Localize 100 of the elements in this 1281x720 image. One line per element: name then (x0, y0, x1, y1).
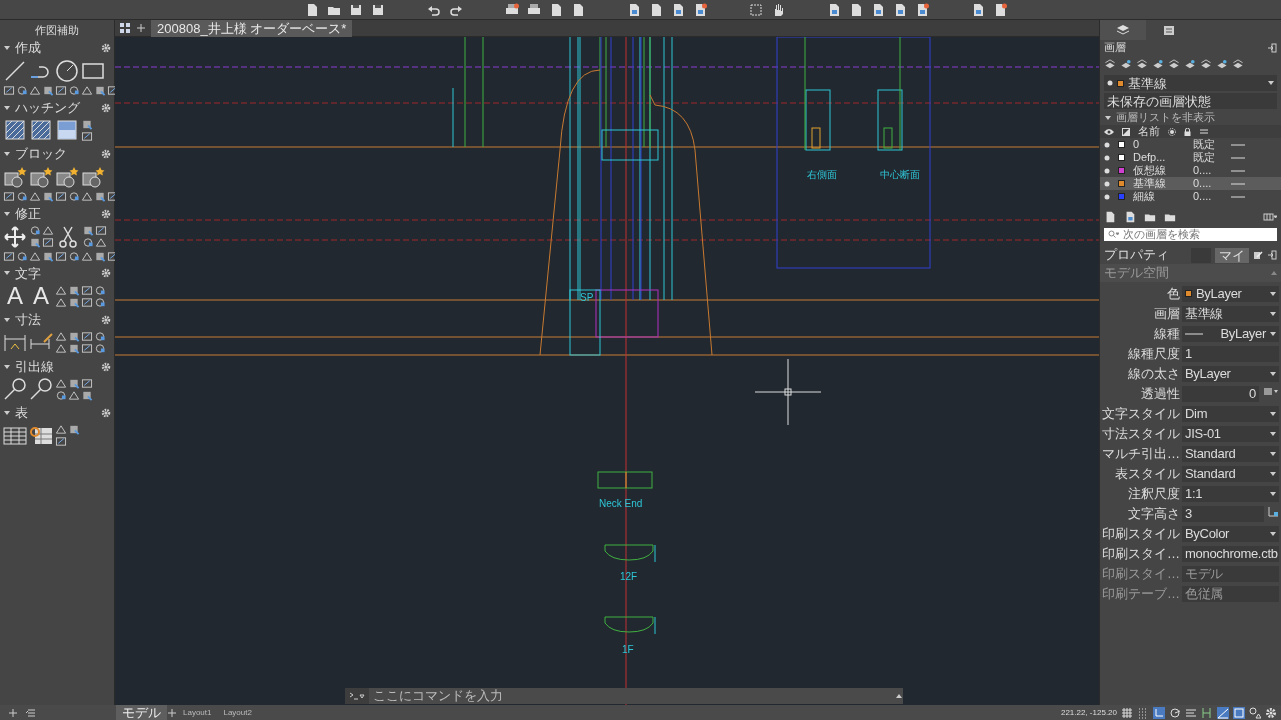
tool-icon[interactable] (68, 343, 80, 355)
tool-icon[interactable] (94, 250, 106, 262)
settings-icon[interactable] (101, 361, 111, 372)
document-icon[interactable] (827, 2, 841, 17)
tool-icon[interactable] (42, 84, 54, 96)
tool-icon[interactable] (81, 250, 93, 262)
tool-icon[interactable] (29, 84, 41, 96)
edit-icon[interactable] (1253, 250, 1263, 261)
input-field[interactable]: 3 (1182, 505, 1264, 522)
document-icon[interactable] (871, 2, 885, 17)
tool-icon[interactable] (94, 296, 106, 308)
layer-tool-icon[interactable] (1216, 59, 1228, 71)
tool-icon[interactable] (3, 190, 15, 202)
tool-icon[interactable] (55, 250, 67, 262)
tool-icon[interactable] (55, 296, 67, 308)
layer-row[interactable]: 仮想線 0.... (1100, 164, 1281, 178)
layer-state-dropdown[interactable]: 未保存の画層状態 (1104, 93, 1277, 110)
tool-icon[interactable] (81, 84, 93, 96)
dropdown-caret-icon[interactable] (1271, 269, 1277, 276)
tool-icon[interactable] (42, 190, 54, 202)
selection-icon[interactable] (749, 2, 763, 17)
section-title[interactable]: 寸法 (15, 312, 97, 328)
current-layer-dropdown[interactable]: 基準線 (1104, 75, 1277, 92)
layer-row[interactable]: 基準線 0.... (1100, 177, 1281, 191)
settings-icon[interactable] (101, 43, 111, 53)
leader-icon[interactable] (29, 377, 53, 402)
grid-icon[interactable] (1121, 706, 1133, 719)
plus-icon[interactable] (8, 707, 18, 718)
layer-tool-icon[interactable] (1152, 59, 1164, 71)
folder-icon[interactable] (1164, 211, 1176, 224)
section-title[interactable]: 引出線 (15, 358, 97, 375)
tool-icon[interactable] (81, 389, 93, 401)
input-field[interactable]: 1 (1182, 345, 1279, 362)
tool-icon[interactable] (82, 237, 94, 249)
tool-icon[interactable] (55, 377, 67, 389)
dropdown-field[interactable]: JIS-01 (1182, 425, 1279, 442)
text-tool-icon[interactable]: A (3, 284, 27, 309)
search-field[interactable]: 次の画層を検索 (1104, 228, 1277, 242)
tool-icon[interactable] (95, 225, 107, 237)
tool-icon[interactable] (68, 296, 80, 308)
section-title[interactable]: ブロック (15, 146, 97, 162)
layout-tab[interactable]: Layout1 (177, 705, 218, 720)
tool-icon[interactable] (68, 331, 80, 343)
tool-icon[interactable] (94, 343, 106, 355)
dropdown-field[interactable]: ByLayer (1182, 365, 1279, 382)
plus-icon[interactable] (167, 707, 177, 718)
command-prompt-button[interactable] (345, 688, 369, 704)
lineweight-icon[interactable] (1199, 127, 1209, 136)
circle-icon[interactable] (55, 58, 79, 83)
object-snap-icon[interactable] (1201, 706, 1213, 719)
layer-tool-icon[interactable] (1232, 59, 1244, 71)
grid-menu-icon[interactable] (119, 22, 131, 34)
section-title[interactable]: 作成 (15, 40, 97, 56)
folder-icon[interactable] (1144, 211, 1156, 224)
plus-icon[interactable] (135, 22, 147, 34)
dropdown-field[interactable]: ByColor (1182, 525, 1279, 542)
gradient-icon[interactable] (55, 118, 79, 143)
tool-icon[interactable] (81, 377, 93, 389)
color-dropdown[interactable]: ByLayer (1182, 285, 1279, 302)
tool-icon[interactable] (3, 84, 15, 96)
ortho-icon[interactable] (1153, 706, 1165, 719)
settings-icon[interactable] (101, 208, 111, 219)
document-icon[interactable] (971, 2, 985, 17)
leader-icon[interactable] (3, 377, 27, 402)
collapse-triangle-icon[interactable] (3, 362, 11, 371)
layer-tool-icon[interactable] (1200, 59, 1212, 71)
tool-icon[interactable] (42, 237, 54, 249)
linetype-dropdown[interactable]: ByLayer (1182, 325, 1279, 342)
column-header[interactable]: 名前 (1138, 125, 1160, 139)
document-icon[interactable] (915, 2, 929, 17)
list-toggle-link[interactable]: 画層リストを非表示 (1116, 111, 1215, 125)
toggle-button[interactable]: マイ (1215, 247, 1249, 263)
layers-icon[interactable] (1263, 385, 1279, 397)
tool-icon[interactable] (68, 284, 80, 296)
printer-icon[interactable] (505, 2, 519, 17)
document-icon[interactable] (893, 2, 907, 17)
document-icon[interactable] (571, 2, 585, 17)
tool-icon[interactable] (55, 84, 67, 96)
dock-icon[interactable] (1267, 250, 1277, 261)
tool-icon[interactable] (94, 331, 106, 343)
collapse-triangle-icon[interactable] (1104, 113, 1112, 122)
document-icon[interactable] (993, 2, 1007, 17)
color-column-icon[interactable] (1122, 127, 1130, 136)
tool-icon[interactable] (68, 84, 80, 96)
layer-tool-icon[interactable] (1104, 59, 1116, 71)
tool-icon[interactable] (94, 284, 106, 296)
tool-icon[interactable] (68, 389, 80, 401)
lock-icon[interactable] (1184, 127, 1191, 136)
eye-icon[interactable] (1104, 127, 1114, 136)
layer-row[interactable]: 細線 0.... (1100, 190, 1281, 204)
settings-icon[interactable] (101, 268, 111, 279)
layer-tool-icon[interactable] (1136, 59, 1148, 71)
document-icon[interactable] (305, 2, 319, 17)
tool-icon[interactable] (81, 118, 93, 130)
document-icon[interactable] (693, 2, 707, 17)
document-icon[interactable] (627, 2, 641, 17)
dropdown-field[interactable]: 基準線 (1182, 305, 1279, 322)
tool-icon[interactable] (42, 225, 54, 237)
tool-icon[interactable] (68, 377, 80, 389)
tool-icon[interactable] (95, 237, 107, 249)
